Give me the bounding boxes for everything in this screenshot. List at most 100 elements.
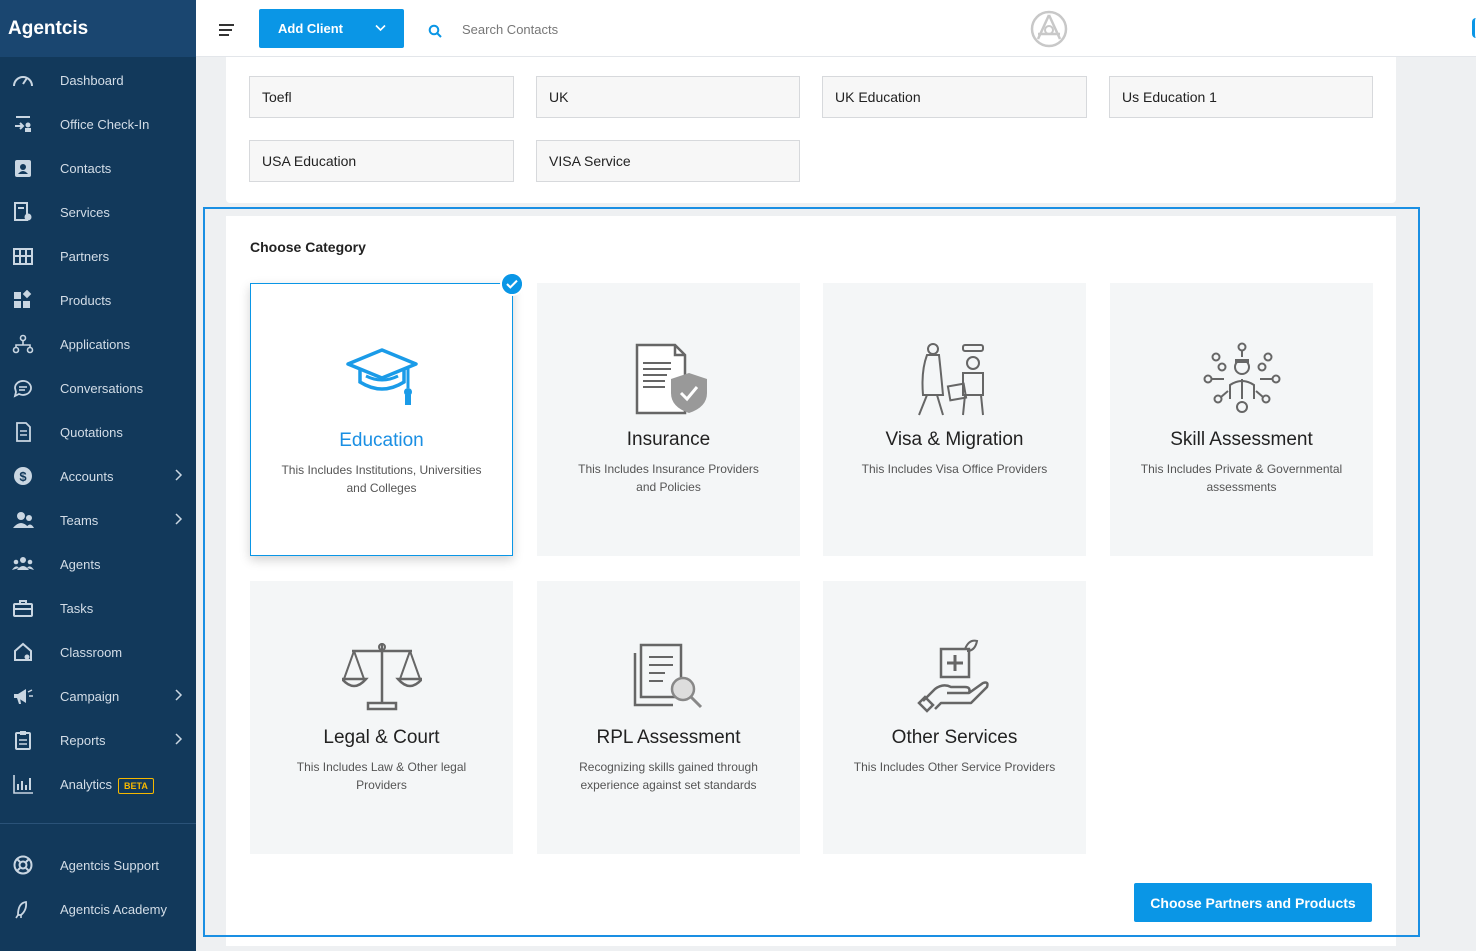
sidebar-item-applications[interactable]: Applications — [0, 322, 196, 366]
hamburger-menu-icon[interactable] — [218, 22, 236, 38]
sidebar-item-label: Office Check-In — [60, 116, 150, 132]
chevron-right-icon — [175, 733, 183, 745]
accounts-icon: $ — [14, 467, 32, 485]
card-art — [1110, 341, 1373, 417]
beta-badge: BETA — [118, 777, 154, 794]
sidebar-item-contacts[interactable]: Contacts — [0, 146, 196, 190]
sidebar-item-campaign[interactable]: Campaign — [0, 674, 196, 718]
sidebar-item-partners[interactable]: Partners — [0, 234, 196, 278]
card-art — [251, 342, 512, 406]
sidebar-item-label: Teams — [60, 512, 99, 528]
edge-indicator — [1472, 18, 1476, 38]
sidebar-item-label: Reports — [60, 732, 106, 748]
sidebar-item-label: Quotations — [60, 424, 123, 440]
svg-text:$: $ — [19, 469, 27, 484]
sidebar-item-label: Conversations — [60, 380, 144, 396]
top-bar: Add Client — [196, 0, 1476, 57]
contacts-icon — [15, 160, 31, 177]
analytics-icon — [13, 775, 33, 794]
migration-icon — [917, 343, 984, 416]
service-option[interactable]: UK — [536, 76, 800, 118]
card-title: Insurance — [626, 429, 711, 450]
company-logo-icon — [1030, 10, 1068, 48]
sidebar-item-agentcis-support[interactable]: Agentcis Support — [0, 843, 196, 887]
sidebar-item-agentcis-academy[interactable]: Agentcis Academy — [0, 887, 196, 931]
card-title: Other Services — [891, 727, 1018, 748]
sidebar-item-conversations[interactable]: Conversations — [0, 366, 196, 410]
sidebar-item-label: Products — [60, 292, 112, 308]
card-title: Skill Assessment — [1170, 429, 1313, 450]
category-card-education[interactable]: Education This Includes Institutions, Un… — [250, 283, 513, 556]
brand-logo-text: Agentcis — [8, 17, 89, 39]
sidebar-item-label: Campaign — [60, 688, 120, 704]
sidebar-item-tasks[interactable]: Tasks — [0, 586, 196, 630]
card-art — [823, 341, 1086, 417]
sidebar-item-accounts[interactable]: $ Accounts — [0, 454, 196, 498]
teams-icon — [13, 512, 34, 528]
classroom-icon — [14, 642, 32, 661]
card-title: RPL Assessment — [596, 727, 741, 748]
sidebar-item-classroom[interactable]: Classroom — [0, 630, 196, 674]
graduation-cap-icon — [345, 348, 418, 405]
search-icon[interactable] — [428, 24, 442, 38]
sidebar-item-label: Agentcis Academy — [60, 901, 167, 917]
card-description: Recognizing skills gained through experi… — [579, 760, 758, 792]
sidebar-item-label: Contacts — [60, 160, 112, 176]
sidebar-item-label: Agents — [60, 556, 101, 572]
analytics-label: Analytics — [60, 776, 113, 792]
service-option[interactable]: VISA Service — [536, 140, 800, 182]
service-option[interactable]: UK Education — [822, 76, 1087, 118]
chevron-down-icon[interactable] — [375, 24, 386, 32]
card-description: This Includes Private & Governmental ass… — [1140, 462, 1343, 494]
sidebar-item-label: Accounts — [60, 468, 114, 484]
insurance-document-icon — [635, 343, 707, 415]
card-title: Visa & Migration — [885, 429, 1024, 450]
sidebar-item-quotations[interactable]: Quotations — [0, 410, 196, 454]
service-option[interactable]: USA Education — [249, 140, 514, 182]
category-card-other-services[interactable]: Other Services This Includes Other Servi… — [823, 581, 1086, 854]
sidebar-item-office-check-in[interactable]: Office Check-In — [0, 102, 196, 146]
category-card-visa-migration[interactable]: Visa & Migration This Includes Visa Offi… — [823, 283, 1086, 556]
category-card-skill-assessment[interactable]: Skill Assessment This Includes Private &… — [1110, 283, 1373, 556]
category-card-rpl-assessment[interactable]: RPL Assessment Recognizing skills gained… — [537, 581, 800, 854]
category-card-insurance[interactable]: Insurance This Includes Insurance Provid… — [537, 283, 800, 556]
reports-icon — [15, 731, 31, 750]
chevron-right-icon — [175, 469, 183, 481]
chevron-right-icon — [175, 689, 183, 701]
card-description: This Includes Visa Office Providers — [861, 462, 1048, 476]
sidebar-item-label: Tasks — [60, 600, 94, 616]
service-option[interactable]: Toefl — [249, 76, 514, 118]
search-input[interactable] — [462, 17, 762, 41]
sidebar-item-agents[interactable]: Agents — [0, 542, 196, 586]
card-art — [250, 639, 513, 715]
card-description: This Includes Institutions, Universities… — [281, 463, 482, 495]
skill-assessment-icon — [1203, 342, 1280, 413]
dashboard-icon — [13, 76, 33, 87]
brand-header[interactable]: Agentcis — [0, 0, 196, 57]
section-title: Choose Category — [250, 239, 366, 255]
campaign-icon — [14, 689, 33, 704]
sidebar-divider — [0, 823, 196, 824]
category-card-legal-court[interactable]: Legal & Court This Includes Law & Other … — [250, 581, 513, 854]
sidebar-item-label: Services — [60, 204, 110, 220]
chevron-right-icon — [175, 513, 183, 525]
sidebar-item-label: Analytics BETA — [60, 776, 154, 794]
sidebar-item-reports[interactable]: Reports — [0, 718, 196, 762]
choose-partners-products-button[interactable]: Choose Partners and Products — [1134, 883, 1372, 922]
hand-care-icon — [916, 639, 989, 713]
service-option[interactable]: Us Education 1 — [1109, 76, 1373, 118]
card-description: This Includes Law & Other legal Provider… — [296, 760, 467, 792]
add-client-button[interactable]: Add Client — [259, 9, 404, 48]
support-icon — [13, 855, 33, 875]
sidebar-item-teams[interactable]: Teams — [0, 498, 196, 542]
sidebar-item-products[interactable]: Products — [0, 278, 196, 322]
sidebar-item-services[interactable]: Services — [0, 190, 196, 234]
sidebar-item-analytics[interactable]: Analytics BETA — [0, 762, 196, 806]
sidebar-item-dashboard[interactable]: Dashboard — [0, 58, 196, 102]
add-client-label: Add Client — [278, 21, 343, 36]
partners-icon — [13, 248, 33, 265]
card-description: This Includes Insurance Providers and Po… — [578, 462, 759, 494]
quotations-icon — [16, 422, 31, 442]
card-title: Legal & Court — [323, 727, 440, 748]
agents-icon — [12, 557, 34, 570]
